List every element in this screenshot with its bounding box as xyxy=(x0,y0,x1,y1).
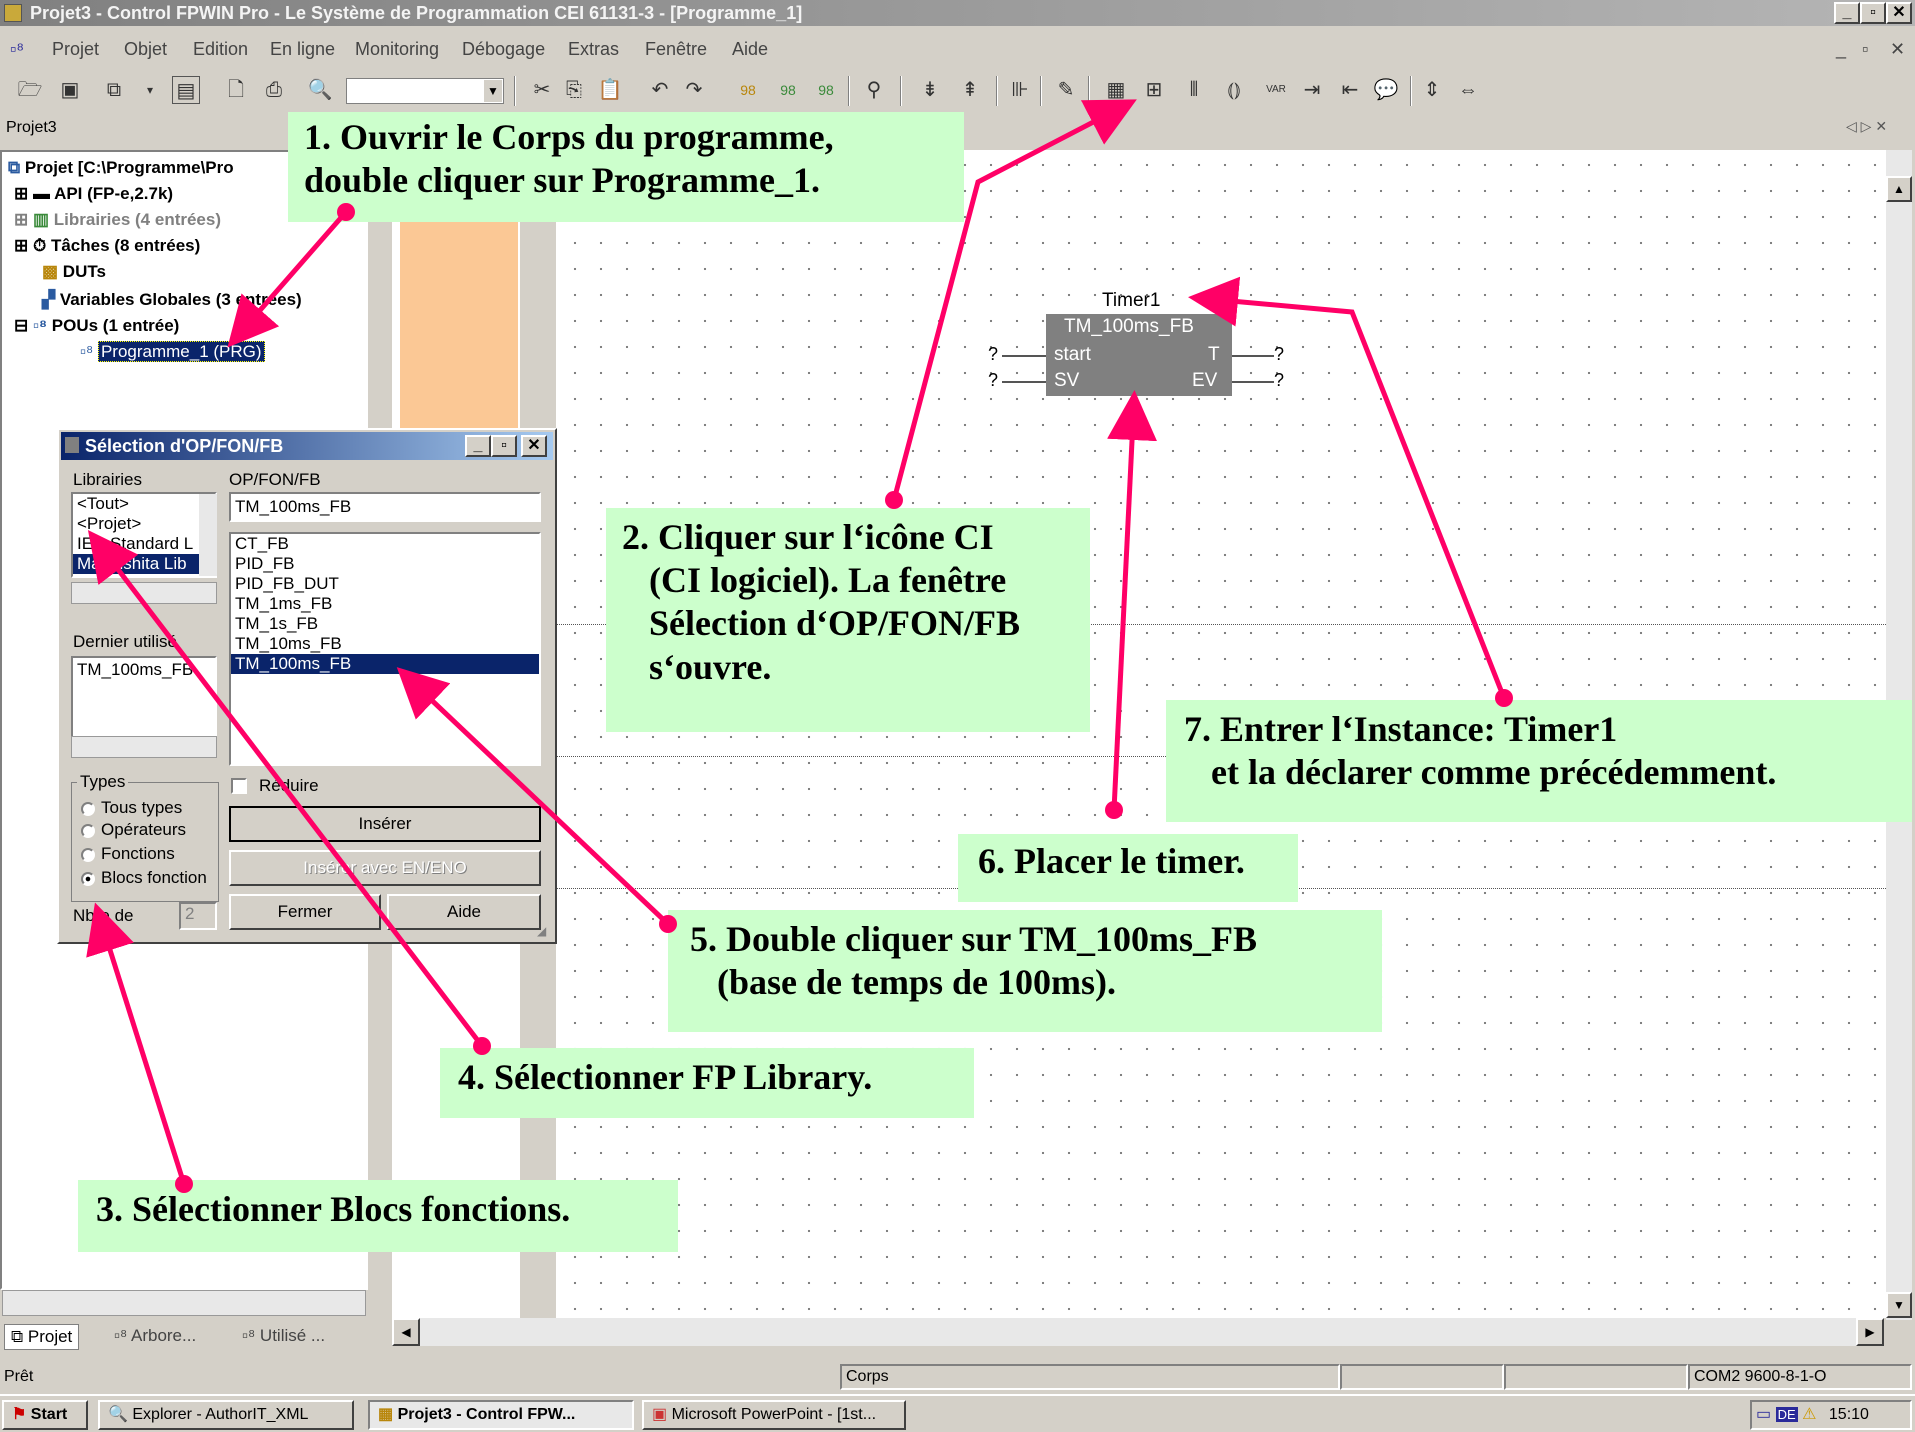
task-fpwin[interactable]: ▦ Projet3 - Control FPW... xyxy=(368,1400,634,1430)
status-blank-2 xyxy=(1504,1364,1688,1390)
annotation-arrows xyxy=(86,99,1513,1193)
status-com: COM2 9600-8-1-O xyxy=(1688,1364,1912,1390)
arrow-note-5 xyxy=(396,667,670,926)
task-explorer[interactable]: 🔍 Explorer - AuthorIT_XML xyxy=(98,1400,354,1430)
explorer-icon: 🔍 xyxy=(108,1406,128,1423)
arrow-note-1 xyxy=(227,210,348,348)
warning-tray-icon[interactable]: ⚠ xyxy=(1802,1406,1816,1423)
taskbar: ⚑ Start 🔍 Explorer - AuthorIT_XML ▦ Proj… xyxy=(0,1394,1915,1432)
arrow-note-6 xyxy=(1107,390,1158,811)
arrow-note-3 xyxy=(86,902,187,1185)
arrow-note-7 xyxy=(1188,276,1507,699)
status-ready: Prêt xyxy=(4,1368,34,1385)
status-bar: Prêt Corps COM2 9600-8-1-O xyxy=(0,1364,1915,1392)
status-blank-1 xyxy=(1340,1364,1504,1390)
task-powerpoint[interactable]: ▣ Microsoft PowerPoint - [1st... xyxy=(642,1400,906,1430)
clock: 15:10 xyxy=(1828,1406,1869,1423)
system-tray: ▭ DE ⚠ 15:10 xyxy=(1750,1400,1912,1430)
powerpoint-icon: ▣ xyxy=(652,1406,668,1423)
arrow-note-4 xyxy=(87,530,484,1048)
language-indicator[interactable]: DE xyxy=(1775,1407,1798,1422)
arrow-note-2 xyxy=(891,99,1137,501)
fpwin-icon: ▦ xyxy=(378,1406,394,1423)
start-button[interactable]: ⚑ Start xyxy=(2,1400,88,1430)
status-mode: Corps xyxy=(840,1364,1340,1390)
windows-icon: ⚑ xyxy=(12,1406,27,1423)
monitor-tray-icon[interactable]: ▭ xyxy=(1756,1406,1771,1423)
